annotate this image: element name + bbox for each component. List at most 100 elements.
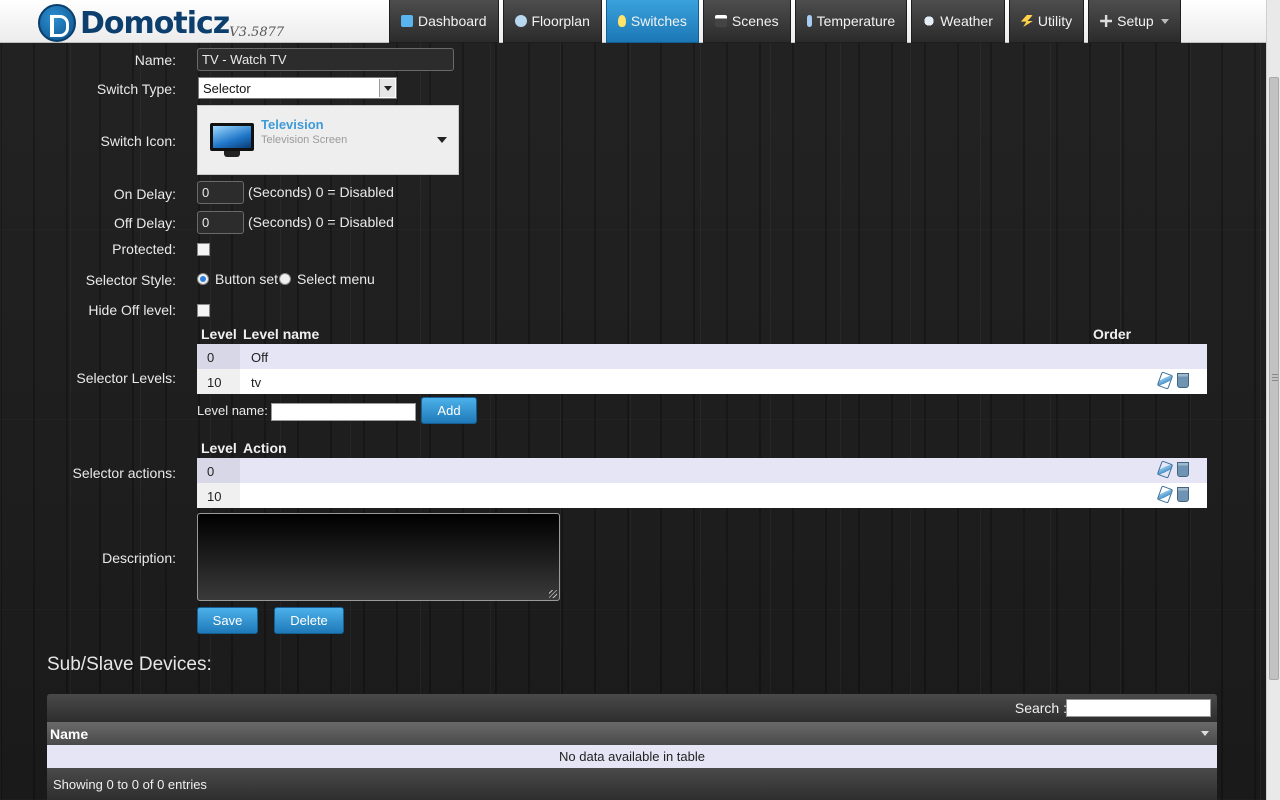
tab-label: Temperature: [816, 13, 896, 29]
selector-style-label: Selector Style:: [85, 272, 176, 288]
radio-button-set[interactable]: [197, 273, 209, 285]
table-row[interactable]: 10 tv: [197, 369, 1207, 394]
tab-dashboard[interactable]: Dashboard: [389, 0, 499, 43]
table-row[interactable]: 10: [197, 483, 1207, 508]
clapperboard-icon: [714, 15, 727, 27]
levels-header: Level Level name Order: [197, 324, 1207, 344]
tab-switches[interactable]: Switches: [605, 0, 699, 43]
protected-label: Protected:: [112, 241, 176, 257]
chevron-down-icon: [1160, 18, 1169, 24]
delete-button[interactable]: Delete: [274, 607, 344, 634]
level-cell: 10: [197, 369, 240, 394]
off-delay-input[interactable]: [197, 211, 244, 234]
selector-actions-label: Selector actions:: [72, 465, 177, 481]
main-nav: Dashboard Floorplan Switches Scenes Temp…: [389, 0, 1185, 43]
app-name: Domoticz: [80, 5, 230, 41]
selector-levels-label: Selector Levels:: [76, 370, 176, 386]
top-header: Domoticz V3.5877 Dashboard Floorplan Swi…: [0, 0, 1266, 43]
on-delay-input[interactable]: [197, 181, 244, 204]
level-cell: 0: [197, 458, 240, 483]
scrollbar-grip-icon: [1272, 374, 1278, 375]
level-cell: 0: [197, 344, 240, 369]
switch-type-select[interactable]: Selector: [198, 77, 397, 99]
selector-levels-table: Level Level name Order 0 Off 10 tv: [197, 324, 1207, 394]
subdevices-table: Search : Name No data available in table…: [47, 694, 1217, 800]
delete-trash-icon[interactable]: [1177, 487, 1189, 502]
dropdown-arrow-icon: [379, 79, 395, 97]
tab-label: Dashboard: [418, 13, 487, 29]
edit-pencil-icon[interactable]: [1156, 485, 1174, 504]
tab-floorplan[interactable]: Floorplan: [502, 0, 602, 43]
table-header-name[interactable]: Name: [47, 722, 1217, 745]
description-textarea[interactable]: [197, 513, 560, 601]
selector-actions-table: Level Action 0 10: [197, 438, 1207, 508]
add-level-button[interactable]: Add: [421, 397, 477, 424]
row-actions: [1156, 460, 1189, 479]
app-logo[interactable]: Domoticz V3.5877: [38, 4, 284, 42]
radio-select-menu[interactable]: [279, 273, 291, 285]
search-input[interactable]: [1066, 699, 1211, 717]
page-scrollbar[interactable]: [1266, 0, 1280, 800]
col-action: Action: [243, 440, 287, 456]
radio-select-menu-label: Select menu: [297, 271, 375, 287]
radio-button-set-label: Button set: [215, 271, 279, 287]
switch-icon-label: Switch Icon:: [100, 133, 176, 149]
on-delay-label: On Delay:: [113, 186, 176, 202]
entries-info: Showing 0 to 0 of 0 entries: [53, 777, 207, 792]
level-name-label: Level name:: [197, 403, 268, 418]
lightbulb-icon: [617, 15, 626, 27]
empty-row: No data available in table: [47, 745, 1217, 768]
tab-label: Switches: [630, 13, 687, 29]
name-input[interactable]: [197, 48, 454, 71]
row-actions: [1156, 485, 1189, 504]
table-footer: Showing 0 to 0 of 0 entries: [47, 768, 1217, 800]
tab-label: Scenes: [731, 13, 779, 29]
app-version: V3.5877: [229, 25, 285, 40]
tools-icon: [1100, 15, 1113, 27]
tab-scenes[interactable]: Scenes: [702, 0, 791, 43]
delete-trash-icon[interactable]: [1177, 373, 1189, 388]
off-delay-hint: (Seconds) 0 = Disabled: [248, 214, 394, 230]
edit-pencil-icon[interactable]: [1156, 460, 1174, 479]
icon-title: Television: [261, 117, 324, 132]
hide-off-label: Hide Off level:: [88, 302, 176, 318]
col-level: Level: [201, 440, 237, 456]
thermometer-icon: [806, 15, 812, 27]
resize-grip-icon[interactable]: [549, 590, 557, 598]
hide-off-checkbox[interactable]: [197, 304, 210, 317]
level-name-input[interactable]: [271, 403, 416, 421]
switch-icon-picker[interactable]: Television Television Screen: [197, 105, 459, 175]
col-name: Name: [50, 726, 89, 742]
protected-checkbox[interactable]: [197, 243, 210, 256]
icon-subtitle: Television Screen: [261, 134, 348, 146]
level-cell: 10: [197, 483, 240, 508]
switch-type-label: Switch Type:: [96, 81, 176, 97]
col-order: Order: [1093, 326, 1132, 342]
actions-header: Level Action: [197, 438, 1207, 458]
tab-temperature[interactable]: Temperature: [794, 0, 908, 43]
tab-label: Weather: [940, 13, 993, 29]
utility-bolt-icon: [1020, 15, 1033, 27]
television-icon: [210, 123, 254, 157]
weather-cloud-icon: [923, 15, 936, 27]
tab-label: Setup: [1117, 13, 1154, 29]
delete-trash-icon[interactable]: [1177, 462, 1189, 477]
on-delay-hint: (Seconds) 0 = Disabled: [248, 184, 394, 200]
tab-weather[interactable]: Weather: [911, 0, 1005, 43]
search-label: Search :: [1014, 700, 1067, 716]
table-row[interactable]: 0 Off: [197, 344, 1207, 369]
table-row[interactable]: 0: [197, 458, 1207, 483]
caret-down-icon: [437, 137, 447, 143]
edit-pencil-icon[interactable]: [1156, 371, 1174, 390]
scrollbar-thumb[interactable]: [1269, 77, 1279, 680]
table-toolbar: Search :: [47, 694, 1217, 722]
row-actions: [1156, 371, 1189, 390]
save-button[interactable]: Save: [197, 607, 258, 634]
tab-utility[interactable]: Utility: [1008, 0, 1085, 43]
dashboard-icon: [401, 15, 413, 27]
level-name-cell: tv: [251, 375, 262, 390]
subdevices-title: Sub/Slave Devices:: [47, 654, 212, 675]
name-label: Name:: [134, 52, 176, 68]
level-name-cell: Off: [251, 350, 269, 365]
tab-setup[interactable]: Setup: [1088, 0, 1181, 43]
